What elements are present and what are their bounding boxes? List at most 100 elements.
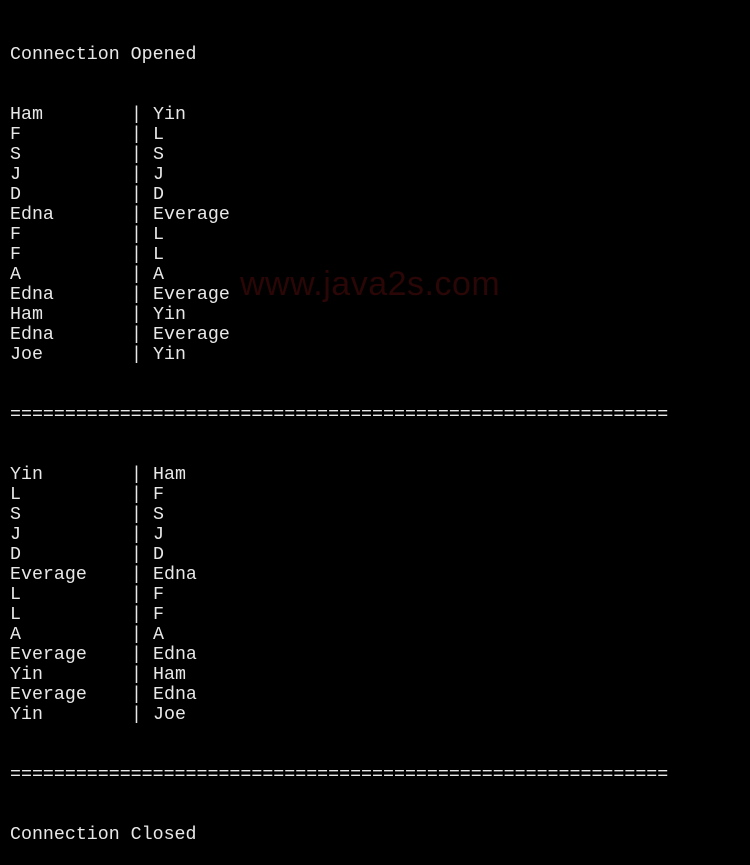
cell-right: L xyxy=(153,225,164,245)
cell-right: Edna xyxy=(153,685,197,705)
cell-left: S xyxy=(10,505,21,525)
table-row: Yin | Ham xyxy=(10,665,668,685)
column-separator: | xyxy=(131,165,142,185)
cell-left: Ham xyxy=(10,105,43,125)
cell-left: Yin xyxy=(10,665,43,685)
cell-right: F xyxy=(153,605,164,625)
result-table-2: Yin | Ham L | F S | S J | J D | D Everage | Edna L | F L | F A | A… xyxy=(10,465,668,725)
divider-line: ========================================… xyxy=(10,405,669,425)
cell-left: Ham xyxy=(10,305,43,325)
column-separator: | xyxy=(131,585,142,605)
divider-line: ========================================… xyxy=(10,765,669,785)
cell-right: Joe xyxy=(153,705,186,725)
cell-right: L xyxy=(153,125,164,145)
cell-right: Everage xyxy=(153,285,230,305)
cell-left: L xyxy=(10,585,21,605)
column-separator: | xyxy=(131,565,142,585)
table-row: J | J xyxy=(10,525,668,545)
cell-right: L xyxy=(153,245,164,265)
cell-left: S xyxy=(10,145,21,165)
cell-left: Everage xyxy=(10,565,87,585)
connection-opened-line: Connection Opened xyxy=(10,45,197,65)
cell-right: F xyxy=(153,585,164,605)
cell-right: Edna xyxy=(153,645,197,665)
cell-left: Joe xyxy=(10,345,43,365)
cell-left: Edna xyxy=(10,205,54,225)
cell-left: Yin xyxy=(10,705,43,725)
column-separator: | xyxy=(131,525,142,545)
column-separator: | xyxy=(131,625,142,645)
cell-left: F xyxy=(10,245,21,265)
cell-right: D xyxy=(153,185,164,205)
column-separator: | xyxy=(131,265,142,285)
cell-right: Everage xyxy=(153,205,230,225)
cell-right: D xyxy=(153,545,164,565)
table-row: L | F xyxy=(10,605,668,625)
table-row: Ham | Yin xyxy=(10,305,668,325)
table-row: Joe | Yin xyxy=(10,345,668,365)
cell-left: L xyxy=(10,605,21,625)
cell-right: J xyxy=(153,165,164,185)
cell-left: Everage xyxy=(10,685,87,705)
column-separator: | xyxy=(131,605,142,625)
table-row: Ham | Yin xyxy=(10,105,668,125)
column-separator: | xyxy=(131,345,142,365)
table-row: F | L xyxy=(10,125,668,145)
cell-left: D xyxy=(10,185,21,205)
cell-right: Yin xyxy=(153,345,186,365)
cell-right: J xyxy=(153,525,164,545)
table-row: Edna | Everage xyxy=(10,285,668,305)
cell-left: Everage xyxy=(10,645,87,665)
column-separator: | xyxy=(131,705,142,725)
table-row: D | D xyxy=(10,545,668,565)
connection-closed-line: Connection Closed xyxy=(10,825,197,845)
table-row: Yin | Joe xyxy=(10,705,668,725)
column-separator: | xyxy=(131,305,142,325)
column-separator: | xyxy=(131,325,142,345)
column-separator: | xyxy=(131,505,142,525)
column-separator: | xyxy=(131,645,142,665)
table-row: A | A xyxy=(10,265,668,285)
table-row: Edna | Everage xyxy=(10,325,668,345)
table-row: D | D xyxy=(10,185,668,205)
cell-left: A xyxy=(10,625,21,645)
cell-left: J xyxy=(10,525,21,545)
column-separator: | xyxy=(131,285,142,305)
cell-right: Ham xyxy=(153,465,186,485)
cell-left: L xyxy=(10,485,21,505)
cell-left: Edna xyxy=(10,285,54,305)
column-separator: | xyxy=(131,465,142,485)
column-separator: | xyxy=(131,125,142,145)
column-separator: | xyxy=(131,225,142,245)
cell-left: J xyxy=(10,165,21,185)
result-table-1: Ham | Yin F | L S | S J | J D | D Edna | Everage F | L F | L A | A… xyxy=(10,105,668,365)
table-row: Everage | Edna xyxy=(10,565,668,585)
table-row: S | S xyxy=(10,145,668,165)
table-row: L | F xyxy=(10,585,668,605)
column-separator: | xyxy=(131,665,142,685)
table-row: Everage | Edna xyxy=(10,645,668,665)
table-row: Yin | Ham xyxy=(10,465,668,485)
column-separator: | xyxy=(131,145,142,165)
cell-right: S xyxy=(153,145,164,165)
cell-right: Edna xyxy=(153,565,197,585)
cell-right: Everage xyxy=(153,325,230,345)
table-row: A | A xyxy=(10,625,668,645)
table-row: F | L xyxy=(10,245,668,265)
table-row: L | F xyxy=(10,485,668,505)
cell-right: Yin xyxy=(153,105,186,125)
cell-right: S xyxy=(153,505,164,525)
column-separator: | xyxy=(131,245,142,265)
column-separator: | xyxy=(131,485,142,505)
table-row: J | J xyxy=(10,165,668,185)
console-output: Connection Opened Ham | Yin F | L S | S J | J D | D Edn… xyxy=(10,5,668,865)
column-separator: | xyxy=(131,545,142,565)
cell-right: Yin xyxy=(153,305,186,325)
column-separator: | xyxy=(131,205,142,225)
column-separator: | xyxy=(131,185,142,205)
table-row: F | L xyxy=(10,225,668,245)
column-separator: | xyxy=(131,105,142,125)
cell-left: Yin xyxy=(10,465,43,485)
cell-right: A xyxy=(153,265,164,285)
column-separator: | xyxy=(131,685,142,705)
